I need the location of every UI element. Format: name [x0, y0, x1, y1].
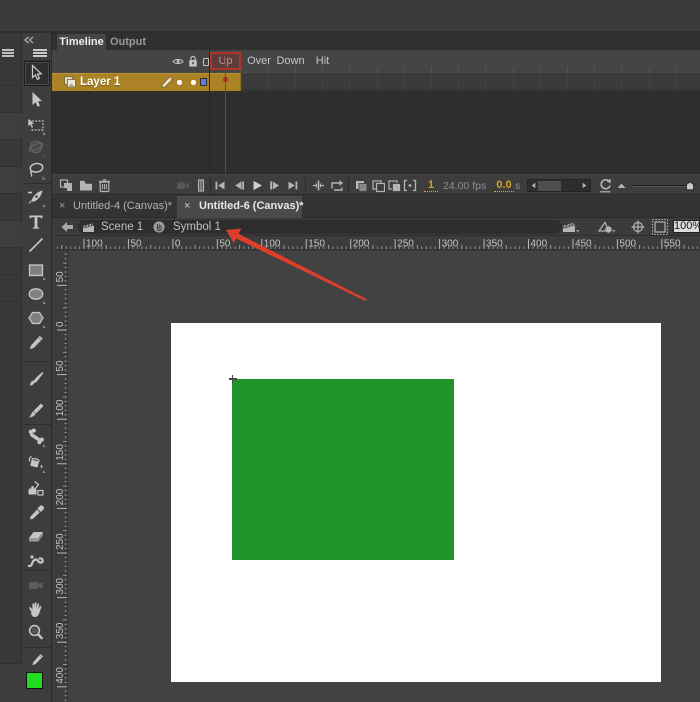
svg-text:50: 50 [219, 239, 231, 250]
svg-text:100: 100 [55, 399, 66, 416]
svg-text:400: 400 [55, 667, 66, 684]
svg-text:50: 50 [55, 271, 66, 283]
svg-text:0: 0 [55, 321, 66, 327]
svg-text:200: 200 [55, 488, 66, 505]
svg-text:250: 250 [55, 533, 66, 550]
svg-text:150: 150 [55, 444, 66, 461]
svg-text:0: 0 [175, 239, 181, 250]
svg-text:50: 50 [55, 360, 66, 372]
svg-text:350: 350 [55, 622, 66, 639]
svg-text:50: 50 [130, 239, 142, 250]
svg-text:300: 300 [55, 577, 66, 594]
